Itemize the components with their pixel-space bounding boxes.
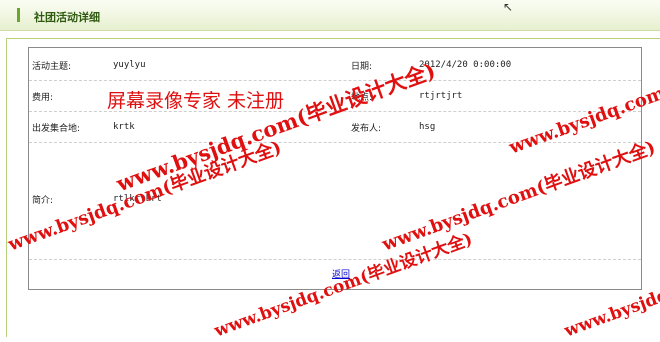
fee-label: 费用:	[32, 93, 54, 103]
detail-row-topic-date: 活动主题: yuylyu 日期: 2012/4/20 0:00:00	[29, 48, 641, 81]
date-label: 日期:	[351, 62, 373, 72]
intro-value: rtlkrtkrt	[113, 194, 162, 204]
page-header: 社团活动详细	[0, 0, 660, 31]
publisher-label: 发布人:	[351, 124, 382, 134]
place-value: rtjrtjrt	[419, 91, 463, 101]
topic-value: yuylyu	[113, 60, 146, 70]
gather-value: krtk	[113, 122, 135, 132]
topic-label: 活动主题:	[32, 62, 72, 72]
detail-row-gather-publisher: 出发集合地: krtk 发布人: hsg	[29, 111, 641, 143]
back-link[interactable]: 返回	[332, 267, 350, 280]
detail-row-fee-place: 费用: 地点: rtjrtjrt	[29, 80, 641, 112]
date-value: 2012/4/20 0:00:00	[419, 60, 512, 70]
intro-label: 简介:	[32, 196, 54, 206]
title-marker	[17, 8, 20, 22]
page-title: 社团活动详细	[34, 11, 100, 24]
detail-row-intro: 简介: rtlkrtkrt	[29, 142, 641, 260]
detail-panel: 活动主题: yuylyu 日期: 2012/4/20 0:00:00 费用: 地…	[28, 47, 642, 290]
place-label: 地点:	[351, 93, 373, 103]
mouse-cursor-icon: ↖	[503, 0, 514, 14]
publisher-value: hsg	[419, 122, 436, 132]
gather-label: 出发集合地:	[32, 124, 81, 134]
